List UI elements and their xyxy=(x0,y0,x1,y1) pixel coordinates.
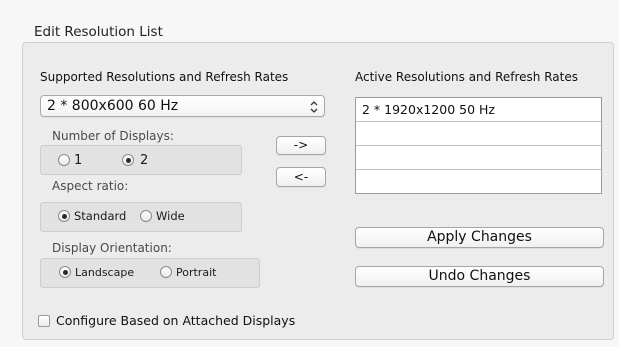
radio-button[interactable] xyxy=(122,154,134,166)
popup-selected-value: 2 * 800x600 60 Hz xyxy=(47,98,179,114)
radio-option-portrait[interactable]: Portrait xyxy=(160,265,216,279)
apply-changes-button[interactable]: Apply Changes xyxy=(355,227,604,248)
radio-option-standard[interactable]: Standard xyxy=(58,209,126,223)
list-row-text: 2 * 1920x1200 50 Hz xyxy=(362,102,495,117)
configure-checkbox[interactable] xyxy=(38,315,50,327)
group-title: Edit Resolution List xyxy=(34,24,163,40)
radio-button[interactable] xyxy=(160,266,172,278)
aspect-ratio-label: Aspect ratio: xyxy=(52,179,129,193)
list-row[interactable]: 2 * 1920x1200 50 Hz xyxy=(356,98,601,122)
undo-changes-button[interactable]: Undo Changes xyxy=(355,266,604,287)
configure-checkbox-label[interactable]: Configure Based on Attached Displays xyxy=(56,313,295,329)
radio-option-displays-1[interactable]: 1 xyxy=(58,152,83,168)
radio-button[interactable] xyxy=(59,266,71,278)
radio-label: Standard xyxy=(74,209,127,223)
number-of-displays-label: Number of Displays: xyxy=(52,129,174,143)
radio-button[interactable] xyxy=(58,154,70,166)
active-resolutions-list[interactable]: 2 * 1920x1200 50 Hz xyxy=(355,97,602,194)
radio-option-wide[interactable]: Wide xyxy=(140,209,185,223)
updown-arrows-icon xyxy=(310,99,318,113)
supported-resolutions-label: Supported Resolutions and Refresh Rates xyxy=(40,70,289,84)
radio-label: Portrait xyxy=(176,265,217,279)
radio-option-displays-2[interactable]: 2 xyxy=(122,152,149,168)
list-row[interactable] xyxy=(356,146,601,170)
radio-label: Landscape xyxy=(75,265,135,279)
active-resolutions-label: Active Resolutions and Refresh Rates xyxy=(355,70,578,84)
radio-label: Wide xyxy=(156,209,185,223)
radio-label: 1 xyxy=(74,152,83,168)
radio-label: 2 xyxy=(140,152,149,168)
radio-option-landscape[interactable]: Landscape xyxy=(59,265,134,279)
radio-button[interactable] xyxy=(140,210,152,222)
supported-resolutions-popup[interactable]: 2 * 800x600 60 Hz xyxy=(40,95,325,117)
list-row[interactable] xyxy=(356,170,601,193)
display-orientation-label: Display Orientation: xyxy=(52,241,172,255)
list-row[interactable] xyxy=(356,122,601,146)
edit-resolution-panel: Edit Resolution List Supported Resolutio… xyxy=(0,0,619,347)
remove-resolution-button[interactable]: <- xyxy=(276,167,326,187)
add-resolution-button[interactable]: -> xyxy=(276,136,326,155)
radio-button[interactable] xyxy=(58,210,70,222)
